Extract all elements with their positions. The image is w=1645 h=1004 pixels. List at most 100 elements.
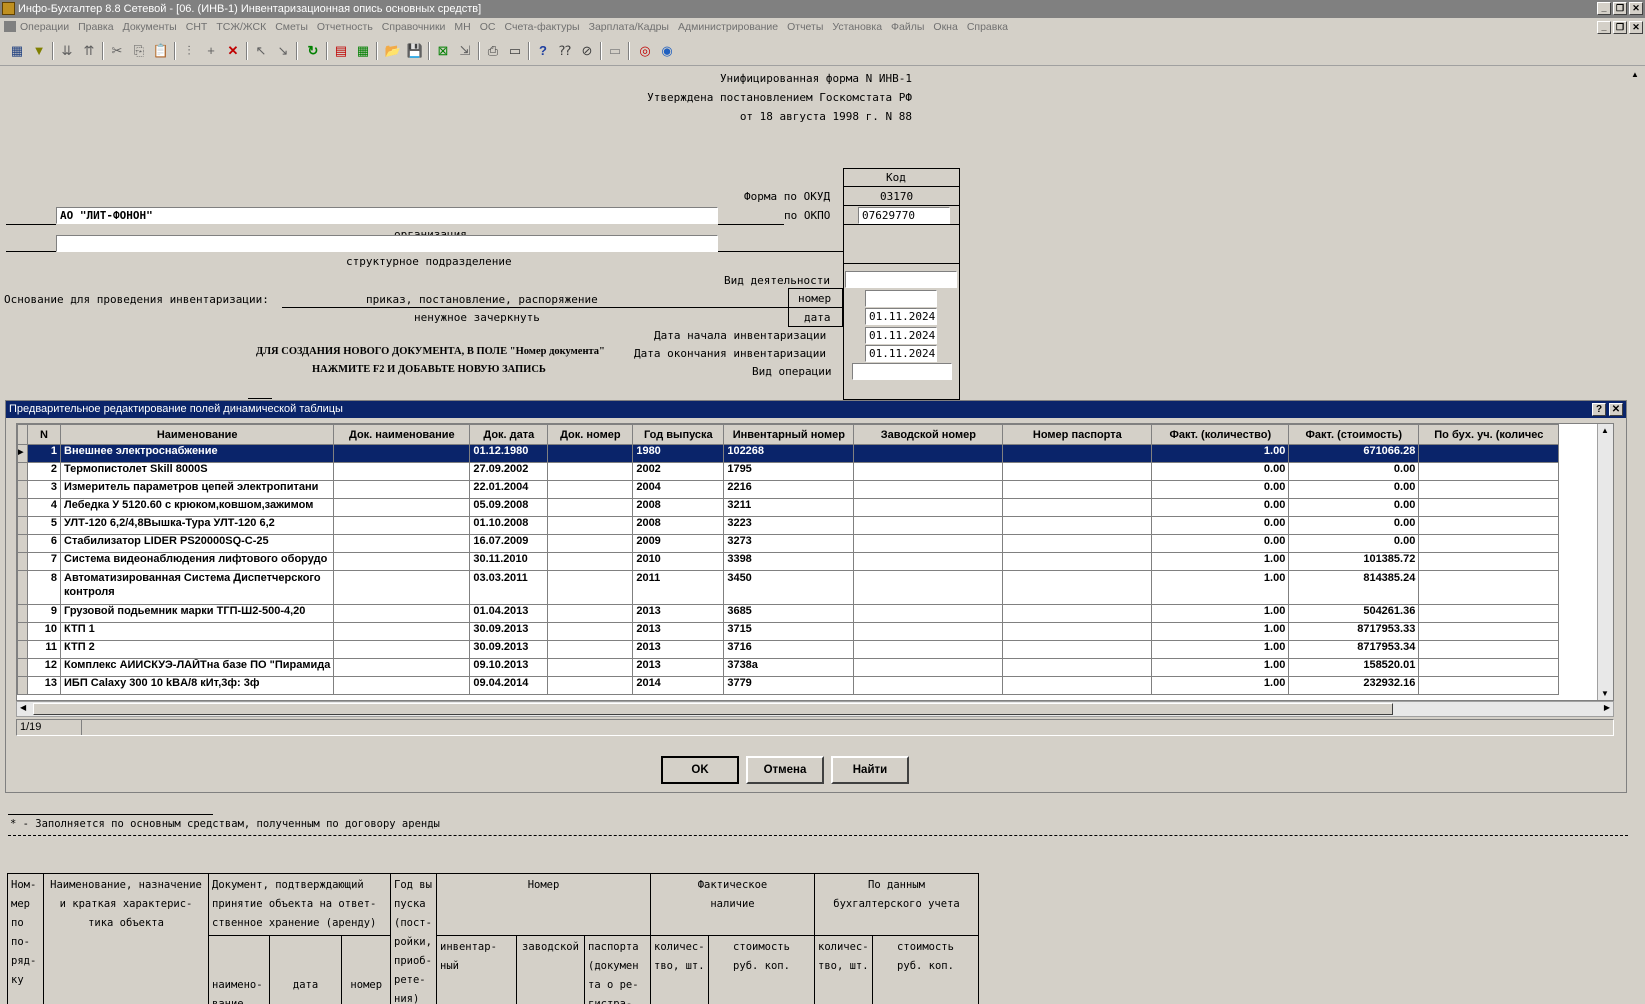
row-indicator[interactable]: [17, 480, 28, 499]
cell-name[interactable]: Система видеонаблюдения лифтового оборуд…: [59, 552, 335, 571]
cell-year[interactable]: 2008: [632, 498, 725, 517]
cell-cost[interactable]: 0.00: [1288, 462, 1420, 481]
dialog-help-button[interactable]: ?: [1592, 403, 1606, 416]
menu-item-3[interactable]: СНТ: [186, 21, 208, 33]
cell-docname[interactable]: [333, 462, 471, 481]
grid-scroll-up-icon[interactable]: ▲: [1601, 426, 1609, 435]
cell-factory[interactable]: [853, 676, 1004, 695]
cell-name[interactable]: Термопистолет Skill 8000S: [59, 462, 335, 481]
grid-scroll-down-icon[interactable]: ▼: [1601, 689, 1609, 698]
cell-passport[interactable]: [1002, 640, 1153, 659]
cell-inv[interactable]: 3779: [723, 676, 855, 695]
split-icon[interactable]: ⫶: [180, 42, 198, 60]
menu-item-11[interactable]: Зарплата/Кадры: [589, 21, 669, 33]
cell-cost[interactable]: 101385.72: [1288, 552, 1420, 571]
cell-docnum[interactable]: [547, 498, 634, 517]
cell-qty[interactable]: 1.00: [1151, 552, 1290, 571]
start-date-field[interactable]: 01.11.2024: [865, 327, 937, 344]
cell-docname[interactable]: [333, 498, 471, 517]
table-view-icon[interactable]: ▦: [8, 42, 26, 60]
child-minimize-button[interactable]: _: [1597, 21, 1611, 34]
table-row[interactable]: 13 ИБП Calaxy 300 10 kBA/8 кИт,3ф: 3ф 09.0…: [17, 676, 1560, 695]
cell-factory[interactable]: [853, 604, 1004, 623]
row-indicator[interactable]: [17, 622, 28, 641]
column-header-5[interactable]: Год выпуска: [632, 424, 725, 445]
cell-year[interactable]: 2008: [632, 516, 725, 535]
date-field[interactable]: 01.11.2024: [865, 308, 937, 325]
cell-inv[interactable]: 3685: [723, 604, 855, 623]
table-row[interactable]: 7 Система видеонаблюдения лифтового обору…: [17, 552, 1560, 571]
cell-date[interactable]: 09.10.2013: [469, 658, 549, 677]
cell-date[interactable]: 05.09.2008: [469, 498, 549, 517]
column-header-1[interactable]: Наименование: [59, 424, 335, 445]
cell-inv[interactable]: 3211: [723, 498, 855, 517]
cell-passport[interactable]: [1002, 444, 1153, 463]
cell-date[interactable]: 30.09.2013: [469, 622, 549, 641]
save-icon[interactable]: 💾: [406, 42, 424, 60]
cell-factory[interactable]: [853, 516, 1004, 535]
column-header-4[interactable]: Док. номер: [547, 424, 634, 445]
table-row[interactable]: ▶ 1 Внешнее электроснабжение 01.12.1980 1980…: [17, 444, 1560, 463]
cell-docname[interactable]: [333, 676, 471, 695]
cell-date[interactable]: 01.10.2008: [469, 516, 549, 535]
column-header-9[interactable]: Факт. (количество): [1151, 424, 1290, 445]
cell-qty[interactable]: 1.00: [1151, 622, 1290, 641]
scroll-up-icon[interactable]: ▲: [1631, 70, 1639, 79]
cell-date[interactable]: 30.09.2013: [469, 640, 549, 659]
refresh-icon[interactable]: ↻: [304, 42, 322, 60]
cell-year[interactable]: 2011: [632, 570, 725, 605]
grid-vertical-scrollbar[interactable]: ▲ ▼: [1597, 424, 1613, 700]
cell-qty[interactable]: 0.00: [1151, 498, 1290, 517]
cell-docname[interactable]: [333, 570, 471, 605]
row-indicator[interactable]: [17, 534, 28, 553]
cell-docname[interactable]: [333, 516, 471, 535]
row-indicator[interactable]: [17, 658, 28, 677]
cell-inv[interactable]: 102268: [723, 444, 855, 463]
cell-docnum[interactable]: [547, 604, 634, 623]
cell-passport[interactable]: [1002, 516, 1153, 535]
pdf-icon[interactable]: ▤: [332, 42, 350, 60]
cell-factory[interactable]: [853, 534, 1004, 553]
menu-item-15[interactable]: Файлы: [891, 21, 924, 33]
delete-icon[interactable]: ✕: [224, 42, 242, 60]
help-icon[interactable]: ?: [534, 42, 552, 60]
cell-inv[interactable]: 3273: [723, 534, 855, 553]
sort-asc-icon[interactable]: ⇊: [58, 42, 76, 60]
cell-buh[interactable]: [1418, 658, 1560, 677]
scroll-left-icon[interactable]: ◀: [20, 703, 26, 712]
cell-name[interactable]: ИБП Calaxy 300 10 kBA/8 кИт,3ф: 3ф: [59, 676, 335, 695]
cell-date[interactable]: 01.04.2013: [469, 604, 549, 623]
cell-factory[interactable]: [853, 462, 1004, 481]
cell-n[interactable]: 11: [27, 640, 61, 659]
cut-icon[interactable]: ✂: [108, 42, 126, 60]
cell-date[interactable]: 01.12.1980: [469, 444, 549, 463]
cell-n[interactable]: 2: [27, 462, 61, 481]
cell-docname[interactable]: [333, 640, 471, 659]
cell-inv[interactable]: 3738а: [723, 658, 855, 677]
cell-inv[interactable]: 3450: [723, 570, 855, 605]
cell-name[interactable]: УЛТ-120 6,2/4,8Вышка-Тура УЛТ-120 6,2: [59, 516, 335, 535]
column-header-6[interactable]: Инвентарный номер: [723, 424, 855, 445]
column-header-3[interactable]: Док. дата: [469, 424, 549, 445]
print-icon[interactable]: ⎙: [484, 42, 502, 60]
cell-year[interactable]: 2013: [632, 640, 725, 659]
menu-item-4[interactable]: ТСЖ/ЖСК: [216, 21, 266, 33]
menu-item-2[interactable]: Документы: [123, 21, 177, 33]
cell-name[interactable]: Внешнее электроснабжение: [59, 444, 335, 463]
table-row[interactable]: 8 Автоматизированная Система Диспетчерско…: [17, 570, 1560, 605]
cell-buh[interactable]: [1418, 516, 1560, 535]
cell-qty[interactable]: 1.00: [1151, 676, 1290, 695]
cell-n[interactable]: 3: [27, 480, 61, 499]
cell-inv[interactable]: 3398: [723, 552, 855, 571]
cell-name[interactable]: Комплекс АИИСКУЭ-ЛАЙТна базе ПО "Пирамид…: [59, 658, 335, 677]
cancel-button[interactable]: Отмена: [746, 756, 824, 784]
cell-year[interactable]: 2013: [632, 658, 725, 677]
cell-passport[interactable]: [1002, 480, 1153, 499]
filter-icon[interactable]: ▼: [30, 42, 48, 60]
cell-inv[interactable]: 3715: [723, 622, 855, 641]
menu-item-5[interactable]: Сметы: [275, 21, 308, 33]
cell-factory[interactable]: [853, 480, 1004, 499]
grid-horizontal-scrollbar[interactable]: ◀ ▶: [16, 701, 1614, 717]
menu-item-0[interactable]: Операции: [20, 21, 69, 33]
dialog-close-button[interactable]: ✕: [1609, 403, 1623, 416]
